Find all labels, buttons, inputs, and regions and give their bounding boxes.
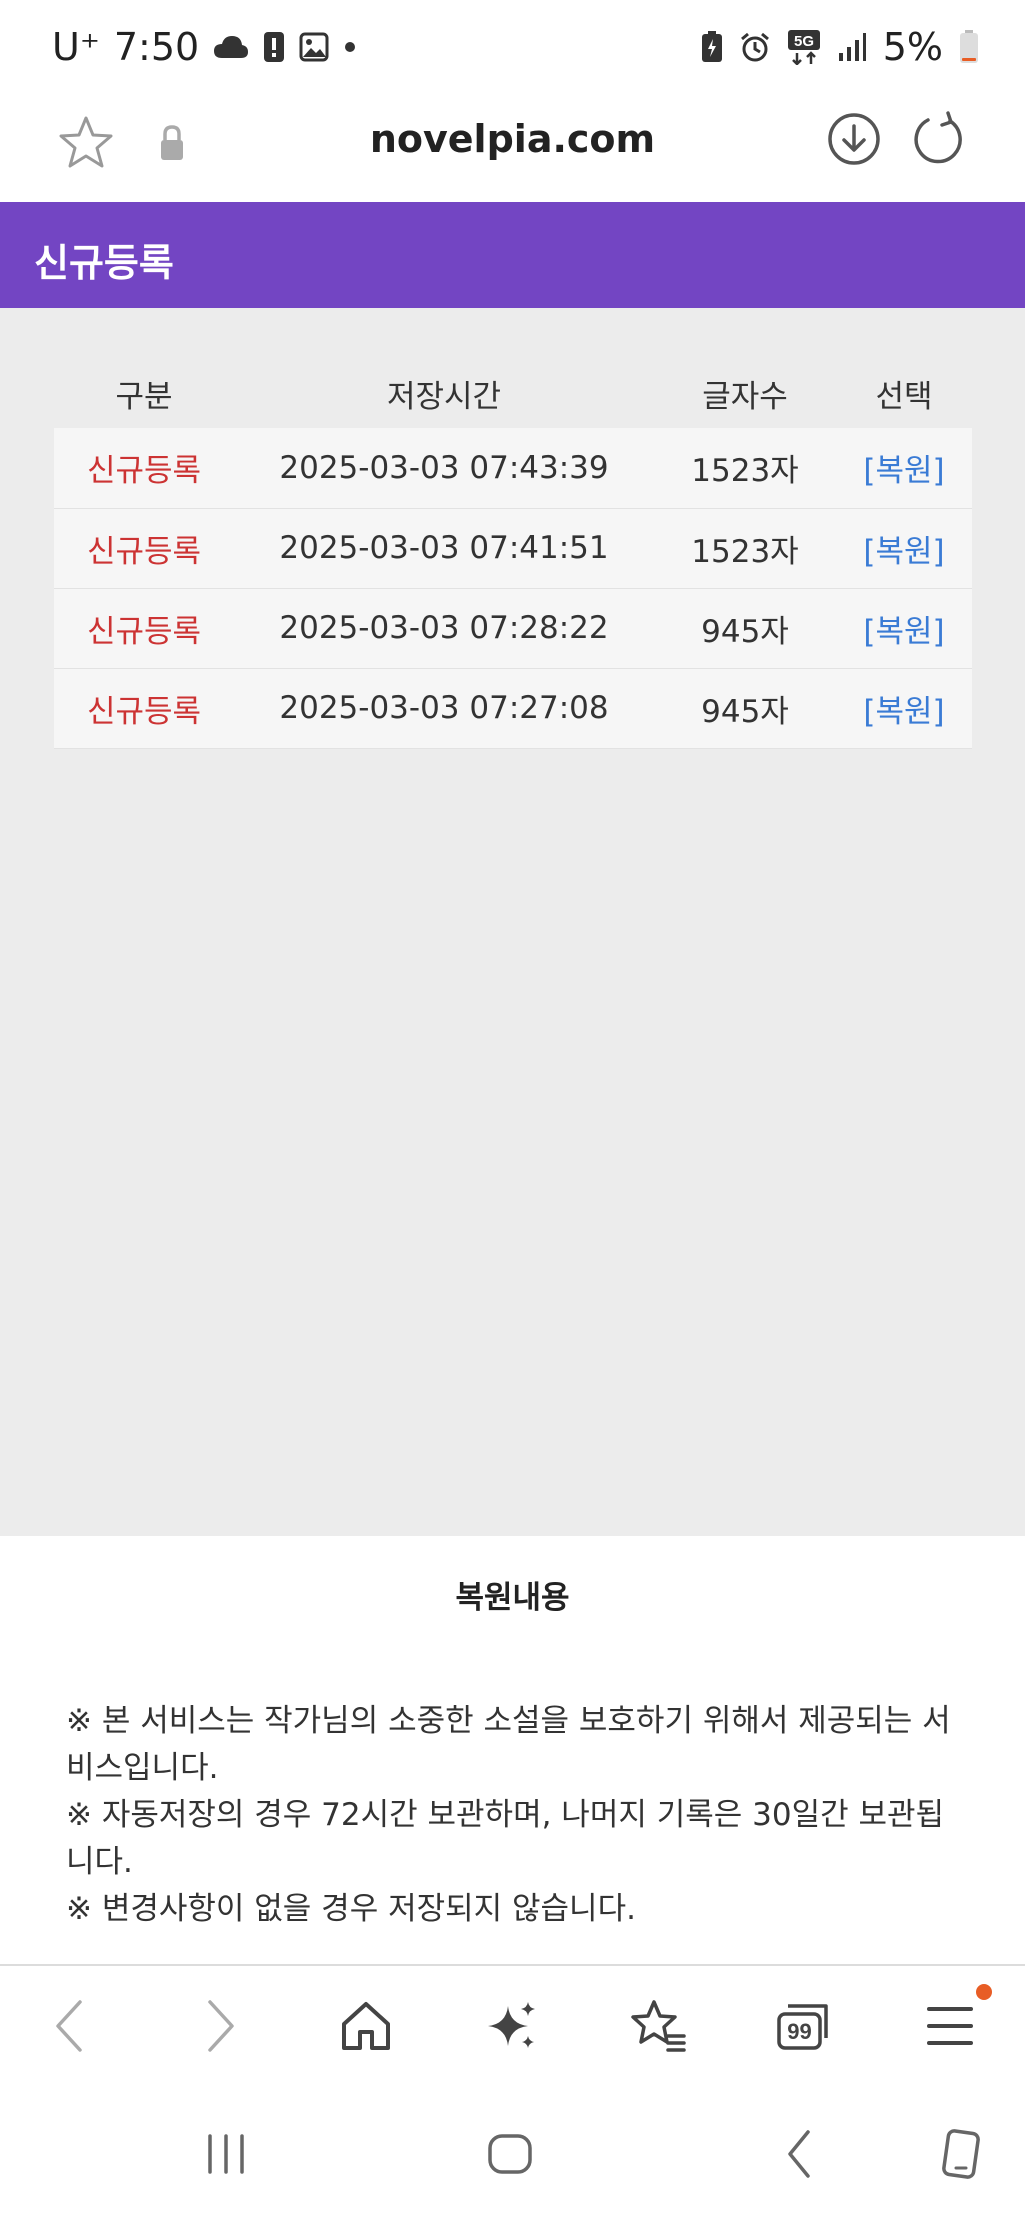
restore-button[interactable]: [복원]: [836, 508, 972, 589]
column-header-select: 선택: [875, 378, 933, 415]
home-circle-icon: [488, 2134, 532, 2174]
battery-icon: [960, 30, 978, 63]
row-type: 신규등록: [54, 508, 234, 589]
address-bar: novelpia.com: [0, 95, 1025, 202]
restore-button[interactable]: [복원]: [836, 588, 972, 669]
bookmarks-button[interactable]: [628, 1996, 688, 2056]
row-save-time: 2025-03-03 07:43:39: [234, 428, 654, 509]
clock: 7:50: [113, 25, 200, 69]
battery-saver-icon: [701, 31, 722, 62]
system-navigation-bar: [0, 2094, 1025, 2221]
home-icon: [342, 2002, 390, 2050]
content-area: 구분 저장시간 글자수 선택 신규등록 2025-03-03 07:43:39 …: [0, 308, 1025, 1536]
restore-button[interactable]: [복원]: [836, 428, 972, 509]
table-header-row: 구분 저장시간 글자수 선택: [54, 358, 972, 428]
reload-icon[interactable]: [910, 111, 966, 167]
row-char-count: 945자: [654, 588, 836, 669]
system-back-button[interactable]: [770, 2124, 830, 2184]
status-bar-right: 5G 5%: [701, 22, 979, 72]
tabs-count: 99: [787, 2019, 811, 2044]
info-note: ※ 변경사항이 없을 경우 저장되지 않습니다.: [66, 1891, 636, 1927]
back-button[interactable]: [40, 1996, 100, 2056]
recent-apps-icon: [208, 2134, 244, 2174]
row-type: 신규등록: [54, 668, 234, 749]
cloud-icon: [214, 36, 249, 58]
page-title: 신규등록: [34, 241, 174, 285]
menu-icon: [927, 2007, 973, 2045]
status-bar-left: U⁺ 7:50: [52, 22, 357, 72]
info-title: 복원내용: [455, 1580, 570, 1616]
forward-button[interactable]: [190, 1996, 250, 2056]
gallery-icon: [299, 32, 329, 62]
ai-assistant-button[interactable]: [482, 1996, 542, 2056]
info-note: ※ 자동저장의 경우 72시간 보관하며, 나머지 기록은 30일간 보관됩니다…: [66, 1797, 945, 1880]
chevron-right-icon: [208, 2000, 234, 2052]
restore-button[interactable]: [복원]: [836, 668, 972, 749]
row-char-count: 1523자: [654, 508, 836, 589]
dot-icon: [345, 42, 356, 52]
row-char-count: 945자: [654, 668, 836, 749]
menu-button[interactable]: [920, 1996, 980, 2056]
home-button[interactable]: [336, 1996, 396, 2056]
column-header-type: 구분: [115, 378, 173, 415]
system-home-button[interactable]: [480, 2124, 540, 2184]
row-save-time: 2025-03-03 07:41:51: [234, 508, 654, 589]
status-bar: U⁺ 7:50 5G 5%: [0, 0, 1025, 95]
battery-percent: 5%: [882, 25, 943, 69]
table-row: 신규등록 2025-03-03 07:28:22 945자 [복원]: [54, 588, 972, 669]
row-save-time: 2025-03-03 07:28:22: [234, 588, 654, 669]
column-header-time: 저장시간: [386, 378, 502, 415]
sparkle-icon: [488, 2002, 535, 2048]
alarm-icon: [740, 32, 769, 62]
alert-icon: [264, 32, 285, 62]
svg-text:5G: 5G: [794, 33, 814, 50]
accessibility-button[interactable]: [930, 2124, 990, 2184]
phone-rotate-icon: [942, 2129, 980, 2179]
row-save-time: 2025-03-03 07:27:08: [234, 668, 654, 749]
back-arrow-icon: [788, 2130, 810, 2178]
signal-icon: [838, 33, 866, 61]
browser-toolbar: 99: [0, 1964, 1025, 2094]
carrier-label: U⁺: [52, 25, 100, 69]
download-icon[interactable]: [826, 111, 882, 167]
row-type: 신규등록: [54, 428, 234, 509]
bookmark-list-icon: [631, 2000, 686, 2052]
recent-apps-button[interactable]: [196, 2124, 256, 2184]
info-note: ※ 본 서비스는 작가님의 소중한 소설을 보호하기 위해서 제공되는 서비스입…: [66, 1703, 951, 1786]
row-char-count: 1523자: [654, 428, 836, 509]
chevron-left-icon: [56, 2000, 82, 2052]
tabs-button[interactable]: 99: [774, 1996, 834, 2056]
notification-dot: [976, 1984, 992, 2000]
page-header: 신규등록: [0, 202, 1025, 308]
tabs-icon: 99: [777, 2004, 828, 2050]
restore-info-section: 복원내용 ※ 본 서비스는 작가님의 소중한 소설을 보호하기 위해서 제공되는…: [0, 1536, 1025, 1964]
save-history-table: 구분 저장시간 글자수 선택 신규등록 2025-03-03 07:43:39 …: [54, 358, 972, 749]
table-row: 신규등록 2025-03-03 07:27:08 945자 [복원]: [54, 668, 972, 749]
table-row: 신규등록 2025-03-03 07:43:39 1523자 [복원]: [54, 428, 972, 509]
table-row: 신규등록 2025-03-03 07:41:51 1523자 [복원]: [54, 508, 972, 589]
5g-icon: 5G: [787, 30, 820, 65]
info-notes: ※ 본 서비스는 작가님의 소중한 소설을 보호하기 위해서 제공되는 서비스입…: [66, 1698, 966, 1933]
column-header-count: 글자수: [702, 378, 788, 415]
row-type: 신규등록: [54, 588, 234, 669]
